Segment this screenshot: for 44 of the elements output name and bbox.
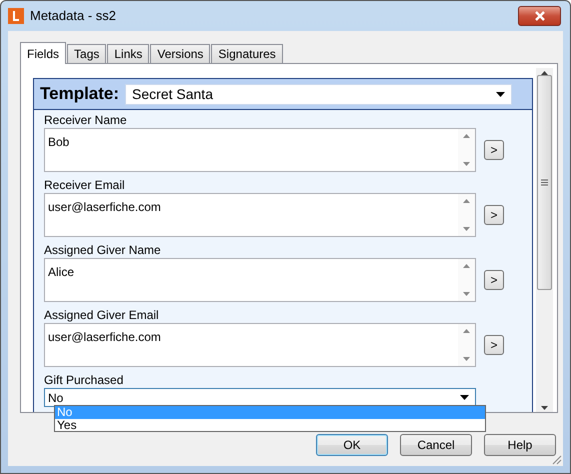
dropdown-field[interactable]: No bbox=[44, 388, 476, 407]
field-label: Gift Purchased bbox=[44, 373, 124, 387]
arrow-button[interactable]: > bbox=[484, 335, 504, 355]
scroll-up-icon bbox=[463, 199, 470, 203]
scroll-thumb[interactable] bbox=[537, 75, 552, 290]
text-field[interactable]: user@laserfiche.com bbox=[44, 193, 476, 237]
scroll-down-icon bbox=[463, 357, 470, 361]
text-field[interactable]: Bob bbox=[44, 128, 476, 172]
close-button[interactable] bbox=[518, 6, 561, 26]
tab[interactable]: Tags bbox=[67, 44, 106, 63]
scroll-down-icon bbox=[463, 227, 470, 231]
grip-icon bbox=[541, 179, 548, 186]
field-label: Assigned Giver Name bbox=[44, 243, 162, 257]
scroll-down-icon bbox=[463, 162, 470, 166]
arrow-button[interactable]: > bbox=[484, 270, 504, 290]
dialog-button[interactable]: Help bbox=[484, 434, 556, 456]
arrow-button[interactable]: > bbox=[484, 205, 504, 225]
dropdown-arrow-icon bbox=[496, 92, 505, 96]
default-button[interactable]: OK bbox=[316, 434, 388, 456]
field-label: Receiver Name bbox=[44, 113, 128, 127]
close-icon bbox=[534, 11, 546, 21]
scroll-up-icon bbox=[463, 264, 470, 268]
scroll-up-icon bbox=[463, 329, 470, 333]
tab[interactable]: Fields bbox=[20, 42, 66, 64]
template-dropdown[interactable]: Secret Santa bbox=[125, 84, 512, 104]
arrow-button[interactable]: > bbox=[484, 140, 504, 160]
app-icon bbox=[8, 8, 24, 24]
scroll-down-icon bbox=[463, 292, 470, 296]
scroll-down-icon bbox=[541, 406, 548, 410]
dialog-button[interactable]: Cancel bbox=[400, 434, 472, 456]
text-field[interactable]: user@laserfiche.com bbox=[44, 323, 476, 367]
text-field[interactable]: Alice bbox=[44, 258, 476, 302]
field-label: Assigned Giver Email bbox=[44, 308, 160, 322]
tab[interactable]: Versions bbox=[150, 44, 210, 63]
dropdown-option[interactable]: Yes bbox=[55, 418, 485, 431]
window-title: Metadata - ss2 bbox=[30, 7, 117, 26]
dropdown-arrow-icon bbox=[460, 395, 469, 400]
field-label: Receiver Email bbox=[44, 178, 126, 192]
scroll-up-icon bbox=[463, 134, 470, 138]
resize-grip-icon[interactable] bbox=[551, 454, 562, 465]
tab[interactable]: Links bbox=[107, 44, 150, 63]
tab[interactable]: Signatures bbox=[211, 44, 283, 63]
template-label: Template: bbox=[40, 83, 120, 106]
scrollbar[interactable] bbox=[536, 68, 553, 412]
